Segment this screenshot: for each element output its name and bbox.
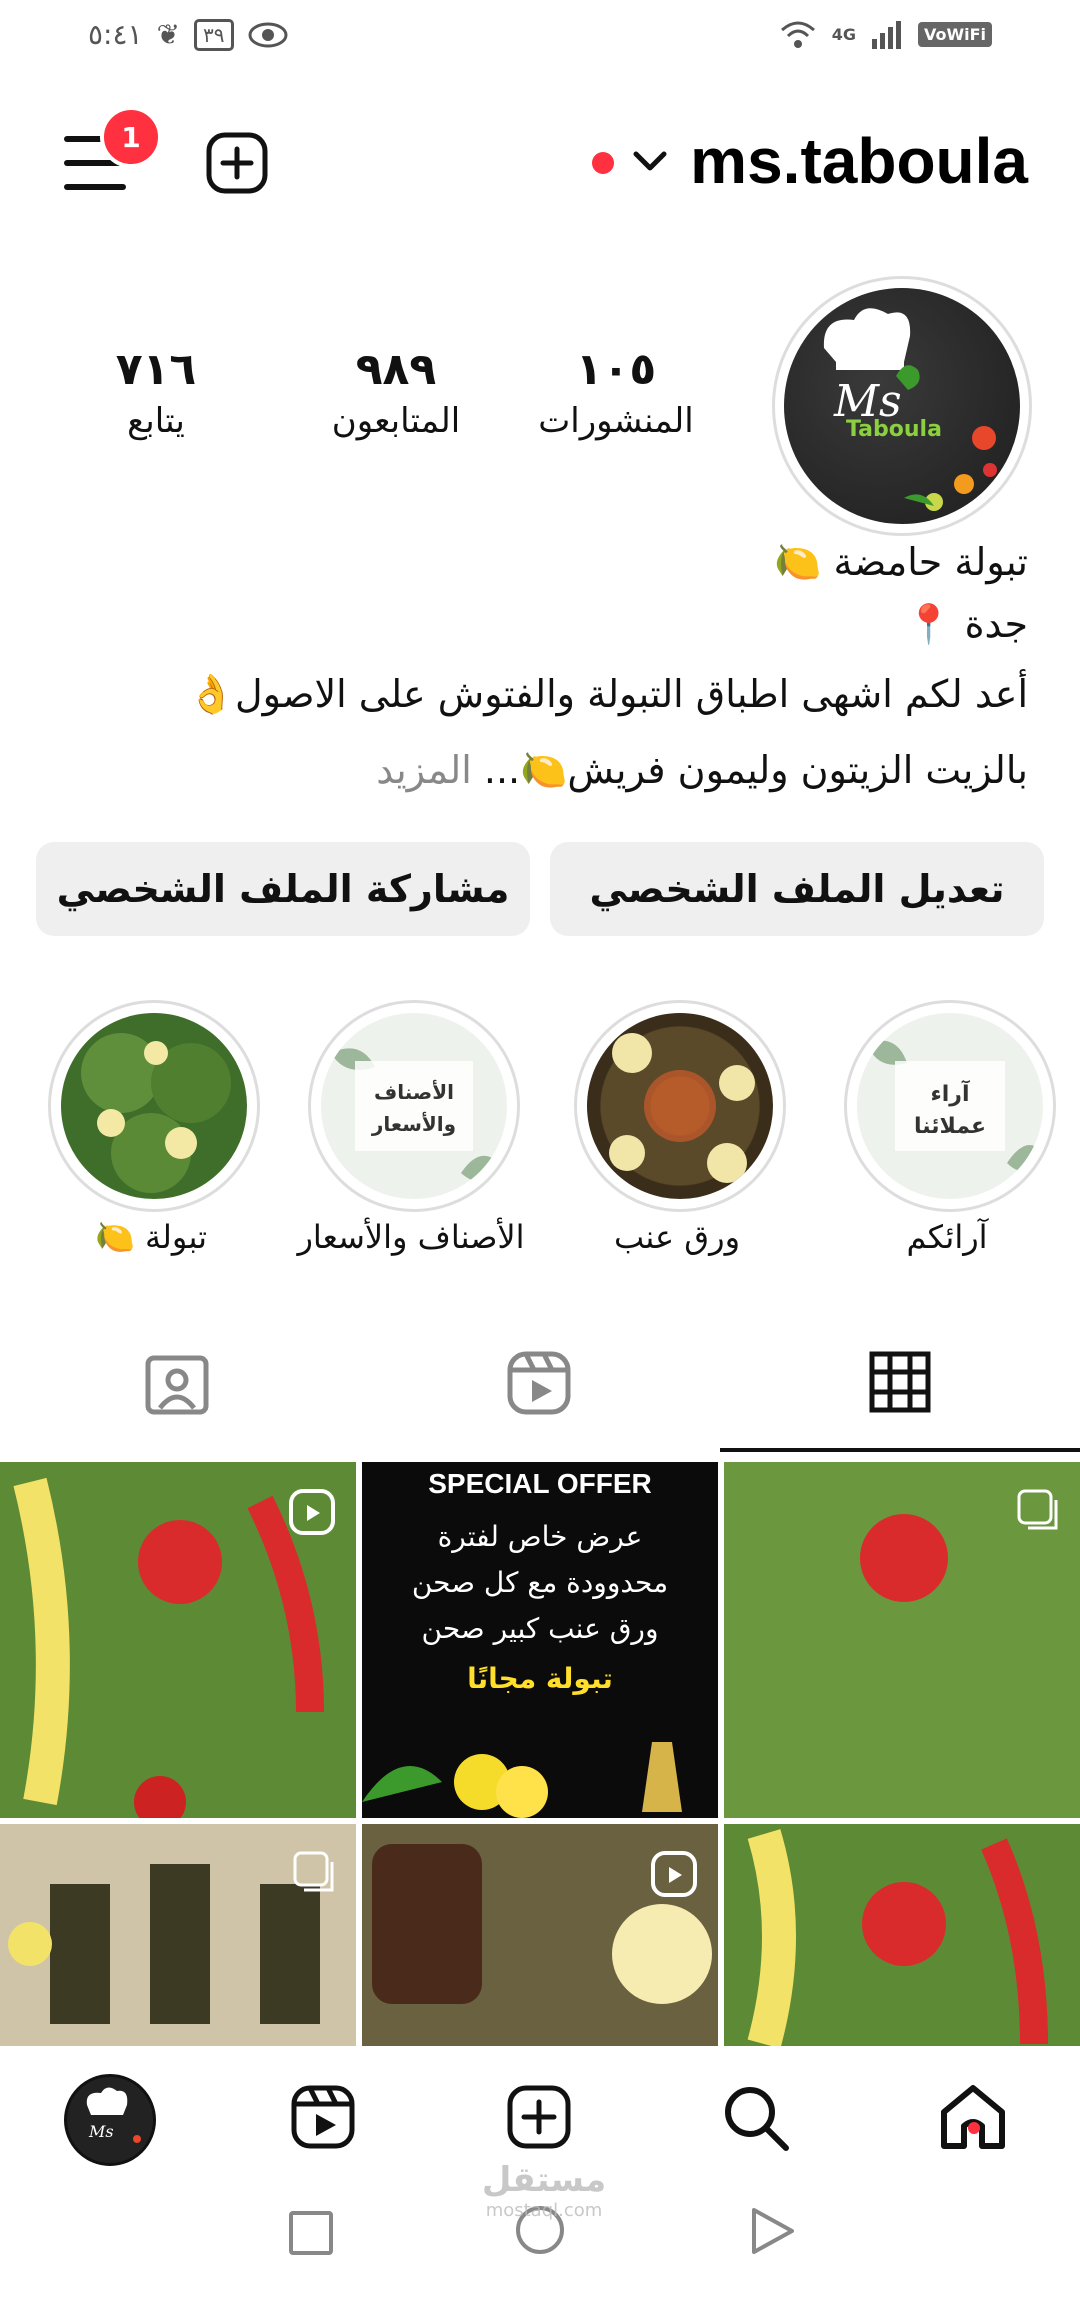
carousel-indicator-icon [1017,1489,1058,1530]
posts-count[interactable]: ١٠٥ المنشورات [516,344,716,441]
status-right: 4G VoWiFi [778,18,992,50]
highlight-reviews-cover-text-2: عملائنا [914,1114,986,1139]
following-value: ٧١٦ [115,344,197,395]
recent-apps-button[interactable] [288,2210,334,2256]
post-6[interactable] [724,1824,1080,2046]
post-5[interactable] [362,1824,718,2046]
tab-tagged[interactable] [144,1350,210,1416]
posts-label: المنشورات [538,401,694,441]
lemons-graphic [362,1742,682,1818]
highlight-reviews-cover-text-1: آراء [931,1079,970,1107]
svg-text:Taboula: Taboula [846,417,942,442]
reel-indicator-icon [651,1851,697,1897]
highlight-label-menu-prices: الأصناف والأسعار [297,1218,525,1256]
ms-taboula-logo: Ms Taboula [784,288,1020,524]
profile-name: تبولة حامضة 🍋 [774,540,1028,584]
svg-text:Ms: Ms [88,2122,114,2141]
reels-icon[interactable] [290,2084,356,2150]
highlight-menu-prices[interactable]: الأصناف والأسعار [308,1000,520,1212]
watermark-domain: mostaql.com [485,2200,603,2221]
clock: ٥:٤١ [88,18,143,51]
create-icon[interactable] [506,2084,572,2150]
offer-line-1: عرض خاص لفترة [437,1520,643,1553]
account-switcher[interactable]: ms.taboula [690,124,1028,198]
network-type: 4G [831,24,856,44]
home-activity-dot [968,2122,980,2134]
tab-posts-grid[interactable] [868,1350,932,1414]
highlight-label-reviews: آرائكم [906,1218,988,1256]
leaf-icon: ❦ [156,18,181,51]
bio-line-1: أعد لكم اشهى اطباق التبولة والفتوش على ا… [187,672,1028,716]
wifi-icon [780,21,815,48]
post-4[interactable] [0,1824,356,2046]
vowifi-badge: VoWiFi [917,21,992,47]
create-post-button[interactable] [206,132,268,194]
following-label: يتابع [127,401,185,441]
offer-line-4: تبولة مجانًا [467,1662,613,1695]
highlight-taboula[interactable] [48,1000,260,1212]
posts-value: ١٠٥ [575,344,657,395]
profile-avatar[interactable]: Ms Taboula [772,276,1032,536]
highlight-menu-cover-text-1: الأصناف [374,1079,454,1104]
followers-label: المتابعون [331,401,461,441]
highlight-grape-leaves[interactable] [574,1000,786,1212]
post-3[interactable] [724,1462,1080,1818]
profile-location: جدة 📍 [905,602,1028,646]
post-1[interactable] [0,1462,356,1818]
chevron-down-icon[interactable] [632,150,668,174]
following-count[interactable]: ٧١٦ يتابع [86,344,226,441]
status-left: ٥:٤١ ❦ ٣٩ [88,18,288,51]
tab-reels[interactable] [506,1350,572,1416]
highlight-reviews[interactable]: آراء عملائنا [844,1000,1056,1212]
back-system-button[interactable] [750,2206,796,2256]
offer-line-3: ورق عنب كبير صحن [421,1612,659,1645]
notification-badge: 1 [100,106,162,168]
share-profile-button[interactable]: مشاركة الملف الشخصي [36,842,530,936]
signal-icon [871,21,901,49]
active-tab-indicator [720,1448,1080,1452]
eye-icon [248,22,288,47]
bio-more-link[interactable]: المزيد [376,748,472,792]
edit-profile-button[interactable]: تعديل الملف الشخصي [550,842,1044,936]
taboula-bowls-photo [61,1013,247,1199]
highlight-menu-cover-text-2: والأسعار [371,1111,456,1136]
highlight-label-grape-leaves: ورق عنب [613,1218,741,1256]
grape-leaves-photo [587,1013,773,1199]
reel-indicator-icon [289,1489,335,1535]
account-alert-dot [592,152,614,174]
post-2-special-offer[interactable]: SPECIAL OFFER عرض خاص لفترة محدوودة مع ك… [362,1462,718,1818]
home-icon[interactable] [938,2082,1008,2150]
highlight-menu-cover: الأصناف والأسعار [321,1013,507,1199]
status-bar: ٥:٤١ ❦ ٣٩ 4G VoWiFi [0,0,1080,80]
watermark-brand: مستقل [481,2160,607,2200]
bio-line-2[interactable]: بالزيت الزيتون وليمون فريش🍋... المزيد [376,748,1028,793]
search-icon[interactable] [722,2084,790,2152]
offer-line-2: محدوودة مع كل صحن [411,1566,669,1599]
highlight-reviews-cover: آراء عملائنا [857,1013,1043,1199]
special-offer-title: SPECIAL OFFER [428,1468,652,1499]
bio-line-2-text: بالزيت الزيتون وليمون فريش🍋... [483,748,1028,792]
battery-indicator: ٣٩ [194,18,234,51]
followers-count[interactable]: ٩٨٩ المتابعون [296,344,496,441]
carousel-indicator-icon [293,1851,334,1892]
followers-value: ٩٨٩ [355,344,437,395]
highlight-label-taboula: تبولة 🍋 [94,1218,207,1256]
nav-profile-avatar[interactable]: Ms [64,2074,156,2166]
